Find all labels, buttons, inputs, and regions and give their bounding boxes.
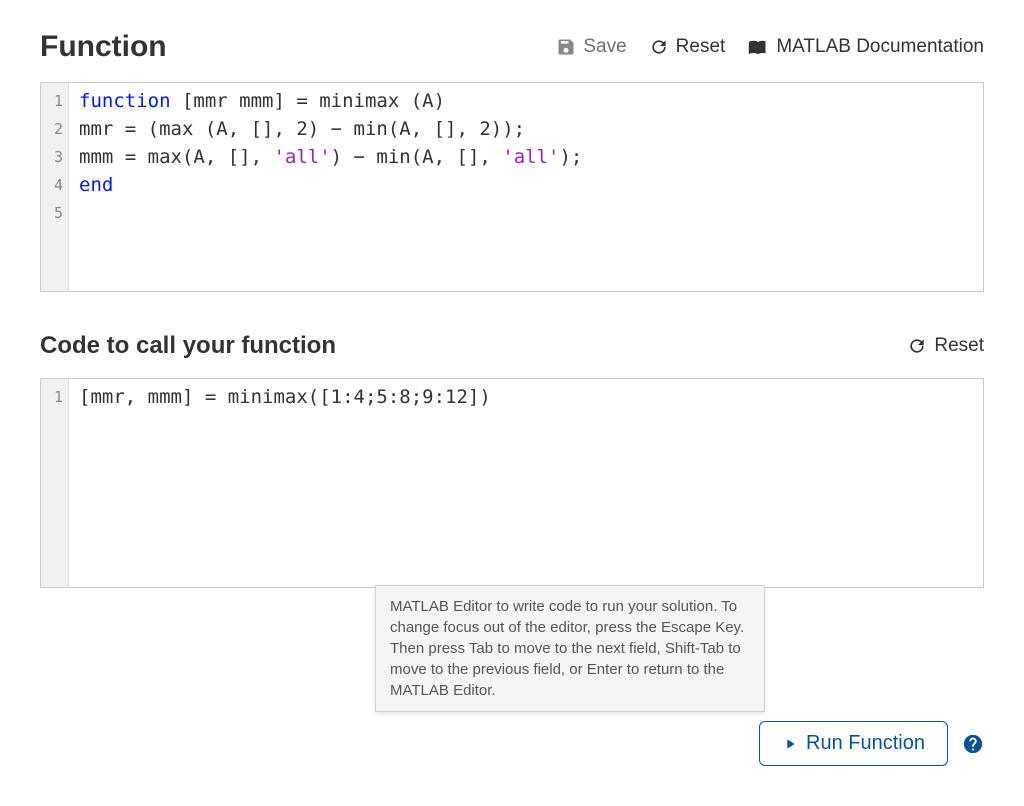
page-root: Function Save Reset MATLAB Documentation xyxy=(0,0,1024,806)
line-number: 4 xyxy=(41,171,63,199)
section1-toolbar: Save Reset MATLAB Documentation xyxy=(556,36,984,58)
code-line[interactable]: mmr = (max (A, [], 2) − min(A, [], 2)); xyxy=(79,115,973,143)
book-icon xyxy=(747,37,769,57)
section2-title: Code to call your function xyxy=(40,332,336,360)
line-number: 2 xyxy=(41,115,63,143)
line-number: 1 xyxy=(41,87,63,115)
line-number: 5 xyxy=(41,199,63,227)
caller-editor[interactable]: 1 [mmr, mmm] = minimax([1:4;5:8;9:12]) xyxy=(40,378,984,588)
code-line[interactable] xyxy=(79,199,973,227)
section1-header: Function Save Reset MATLAB Documentation xyxy=(40,30,984,64)
editor2-body[interactable]: [mmr, mmm] = minimax([1:4;5:8;9:12]) xyxy=(69,379,983,587)
code-line[interactable]: mmm = max(A, [], 'all') − min(A, [], 'al… xyxy=(79,143,973,171)
reset-icon xyxy=(649,37,669,57)
run-label: Run Function xyxy=(806,732,925,755)
reset-label: Reset xyxy=(676,36,726,58)
save-label: Save xyxy=(583,36,626,58)
editor1-body[interactable]: function [mmr mmm] = minimax (A)mmr = (m… xyxy=(69,83,983,291)
save-icon xyxy=(556,37,576,57)
line-number: 1 xyxy=(41,383,63,411)
function-editor[interactable]: 12345 function [mmr mmm] = minimax (A)mm… xyxy=(40,82,984,292)
reset-icon xyxy=(907,336,927,356)
code-line[interactable]: end xyxy=(79,171,973,199)
section2-header: Code to call your function Reset xyxy=(40,332,984,360)
editor-tooltip: MATLAB Editor to write code to run your … xyxy=(375,585,765,712)
help-button[interactable] xyxy=(962,733,984,755)
reset-label-2: Reset xyxy=(934,335,984,357)
play-icon xyxy=(782,736,798,752)
code-line[interactable]: [mmr, mmm] = minimax([1:4;5:8;9:12]) xyxy=(79,383,973,411)
editor1-gutter: 12345 xyxy=(41,83,69,291)
docs-button[interactable]: MATLAB Documentation xyxy=(747,36,984,58)
line-number: 3 xyxy=(41,143,63,171)
reset-button-bottom[interactable]: Reset xyxy=(907,335,984,357)
docs-label: MATLAB Documentation xyxy=(776,36,984,58)
section1-title: Function xyxy=(40,30,167,64)
editor2-gutter: 1 xyxy=(41,379,69,587)
footer-row: Run Function xyxy=(759,721,984,766)
save-button[interactable]: Save xyxy=(556,36,626,58)
section2-toolbar: Reset xyxy=(907,335,984,357)
reset-button-top[interactable]: Reset xyxy=(649,36,726,58)
run-function-button[interactable]: Run Function xyxy=(759,721,948,766)
code-line[interactable]: function [mmr mmm] = minimax (A) xyxy=(79,87,973,115)
